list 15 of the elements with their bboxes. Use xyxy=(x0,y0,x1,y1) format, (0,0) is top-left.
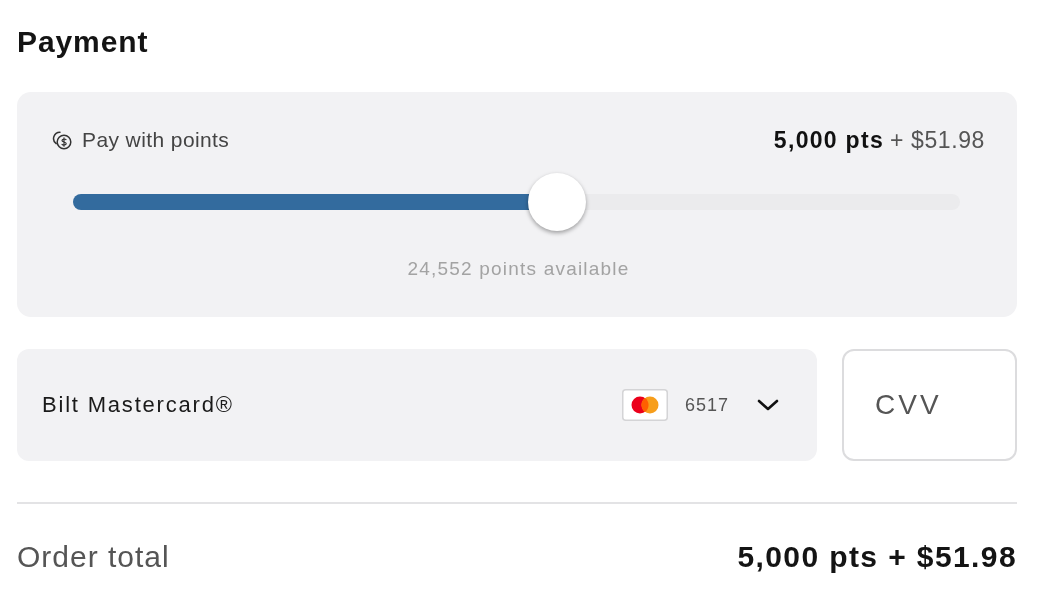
mastercard-logo-icon xyxy=(621,389,668,421)
order-total-value: 5,000 pts + $51.98 xyxy=(737,540,1017,574)
points-available-text: 24,552 points available xyxy=(407,258,630,280)
cash-amount: + $51.98 xyxy=(890,126,985,154)
slider-handle[interactable] xyxy=(528,173,587,231)
section-title: Payment xyxy=(17,25,149,59)
card-last-four: 6517 xyxy=(684,394,729,416)
coins-dollar-icon xyxy=(52,130,72,150)
card-name: Bilt Mastercard® xyxy=(42,392,234,418)
pay-with-points-label: Pay with points xyxy=(82,128,230,152)
chevron-down-icon xyxy=(757,399,779,411)
order-total-label: Order total xyxy=(17,540,170,574)
cvv-input-field[interactable]: CVV xyxy=(842,349,1017,461)
points-amount: 5,000 pts xyxy=(773,126,884,154)
card-select[interactable]: Bilt Mastercard® 6517 xyxy=(17,349,817,461)
